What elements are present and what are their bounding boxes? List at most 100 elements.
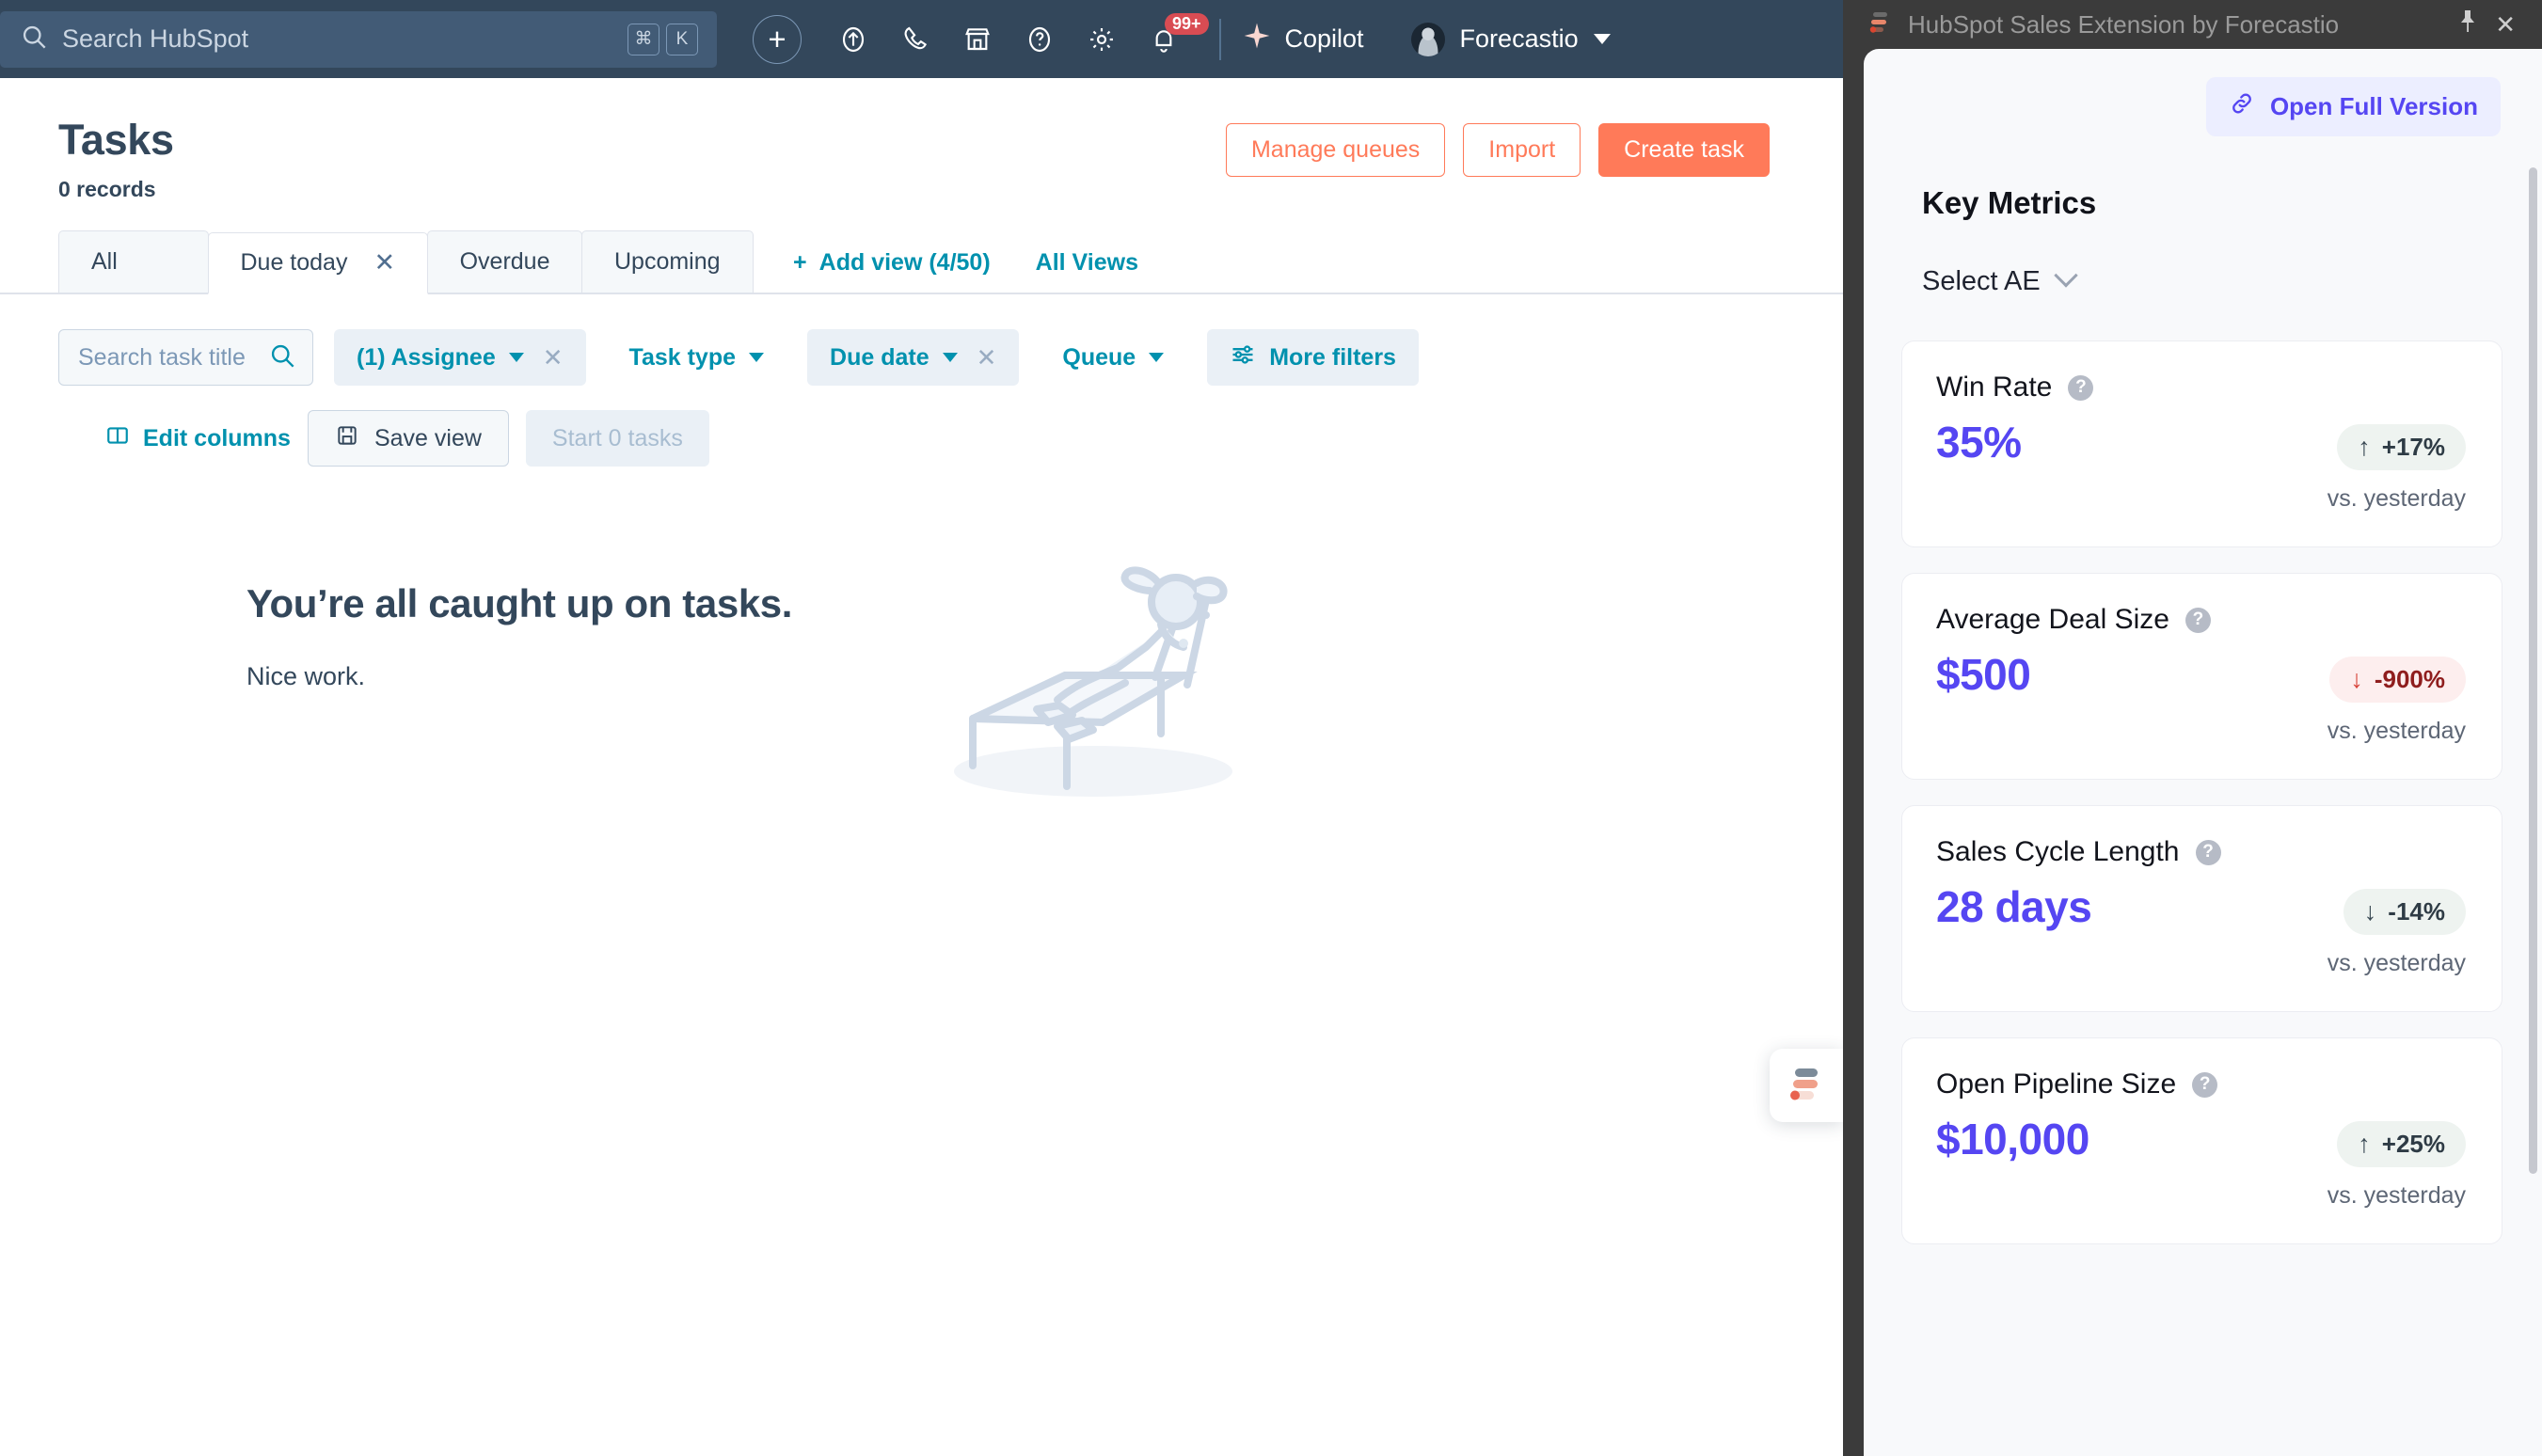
hubspot-app: Search HubSpot ⌘ K + 99+ Copilot Forecas… bbox=[0, 0, 1843, 1456]
metric-header: Open Pipeline Size ? bbox=[1936, 1068, 2466, 1100]
keyboard-shortcut-hint: ⌘ K bbox=[628, 23, 698, 55]
filter-label: Due date bbox=[830, 343, 929, 371]
edit-columns-button[interactable]: Edit columns bbox=[105, 423, 291, 454]
metric-card-open-pipeline-size: Open Pipeline Size ? $10,000 ↑ +25% vs. … bbox=[1901, 1037, 2502, 1244]
extension-panel: HubSpot Sales Extension by Forecastio ✕ bbox=[1843, 0, 2542, 1456]
filter-due-date[interactable]: Due date ✕ bbox=[807, 329, 1020, 386]
help-icon[interactable] bbox=[1009, 11, 1071, 68]
empty-state-subtext: Nice work. bbox=[246, 662, 366, 690]
metric-delta: +25% bbox=[2381, 1130, 2445, 1158]
record-count: 0 records bbox=[58, 177, 156, 201]
metric-delta: +17% bbox=[2381, 433, 2445, 461]
empty-state: You’re all caught up on tasks. Nice work… bbox=[0, 553, 1843, 821]
metric-label: Win Rate bbox=[1936, 372, 2053, 403]
chevron-down-icon bbox=[2054, 262, 2078, 288]
open-full-version-button[interactable]: Open Full Version bbox=[2205, 77, 2501, 136]
manage-queues-button[interactable]: Manage queues bbox=[1225, 123, 1446, 177]
help-icon[interactable]: ? bbox=[2185, 607, 2211, 633]
close-icon[interactable]: ✕ bbox=[373, 250, 395, 276]
save-disk-icon bbox=[335, 423, 359, 454]
ae-selector-label: Select AE bbox=[1922, 266, 2041, 296]
tab-all[interactable]: All bbox=[58, 230, 209, 293]
help-icon[interactable]: ? bbox=[2192, 1071, 2218, 1098]
metric-delta: -900% bbox=[2374, 665, 2445, 693]
copilot-button[interactable]: Copilot bbox=[1242, 21, 1364, 57]
open-full-version-row: Open Full Version bbox=[1864, 49, 2542, 136]
empty-state-text: You’re all caught up on tasks. Nice work… bbox=[0, 553, 792, 691]
metric-card-win-rate: Win Rate ? 35% ↑ +17% vs. yesterday bbox=[1901, 340, 2502, 547]
import-button[interactable]: Import bbox=[1463, 123, 1581, 177]
chevron-down-icon bbox=[1149, 353, 1165, 362]
ae-selector[interactable]: Select AE bbox=[1864, 221, 2542, 297]
cmd-key: ⌘ bbox=[628, 23, 659, 55]
metric-header: Sales Cycle Length ? bbox=[1936, 836, 2466, 868]
all-views-label: All Views bbox=[1035, 249, 1138, 276]
extension-body: Open Full Version Key Metrics Select AE … bbox=[1864, 49, 2542, 1456]
notifications-bell-icon[interactable]: 99+ bbox=[1133, 11, 1209, 68]
tab-upcoming[interactable]: Upcoming bbox=[580, 230, 754, 293]
more-filters-button[interactable]: More filters bbox=[1207, 329, 1419, 386]
extension-title: HubSpot Sales Extension by Forecastio bbox=[1908, 9, 2340, 39]
filter-bar: Search task title (1) Assignee ✕ Task ty… bbox=[0, 294, 1843, 386]
save-view-label: Save view bbox=[373, 424, 482, 451]
clear-icon[interactable]: ✕ bbox=[543, 343, 564, 372]
avatar bbox=[1410, 22, 1445, 56]
forecastio-logo-icon bbox=[1867, 10, 1892, 39]
person-relaxing-illustration bbox=[924, 534, 1263, 821]
columns-icon bbox=[105, 423, 130, 454]
account-menu[interactable]: Forecastio bbox=[1410, 22, 1611, 56]
open-full-version-label: Open Full Version bbox=[2269, 92, 2478, 120]
arrow-up-icon: ↑ bbox=[2358, 1130, 2371, 1158]
global-search-input[interactable]: Search HubSpot ⌘ K bbox=[0, 10, 717, 68]
tab-due-today[interactable]: Due today ✕ bbox=[207, 232, 429, 294]
metric-value: 35% bbox=[1936, 418, 2022, 467]
nav-divider bbox=[1219, 18, 1221, 60]
status-badge: ↓ -14% bbox=[2343, 889, 2466, 935]
metric-body: $500 ↓ -900% vs. yesterday bbox=[1936, 649, 2466, 745]
add-view-button[interactable]: + Add view (4/50) bbox=[793, 249, 991, 277]
panel-scrollbar[interactable] bbox=[2529, 167, 2537, 1174]
settings-gear-icon[interactable] bbox=[1071, 11, 1133, 68]
task-search-placeholder: Search task title bbox=[78, 343, 246, 371]
metric-header: Average Deal Size ? bbox=[1936, 604, 2466, 636]
extension-header: HubSpot Sales Extension by Forecastio ✕ bbox=[1843, 0, 2542, 49]
metric-label: Average Deal Size bbox=[1936, 604, 2169, 635]
marketplace-icon[interactable] bbox=[946, 11, 1009, 68]
create-new-button[interactable]: + bbox=[753, 14, 802, 64]
pin-icon[interactable] bbox=[2456, 8, 2479, 41]
chevron-down-icon bbox=[942, 353, 958, 362]
arrow-down-icon: ↓ bbox=[2350, 665, 2363, 693]
close-icon[interactable]: ✕ bbox=[2495, 10, 2516, 40]
filter-task-type[interactable]: Task type bbox=[607, 329, 786, 386]
arrow-up-icon: ↑ bbox=[2358, 433, 2371, 461]
filter-queue[interactable]: Queue bbox=[1040, 329, 1186, 386]
metric-delta-block: ↑ +25% vs. yesterday bbox=[2328, 1114, 2466, 1210]
metric-label: Open Pipeline Size bbox=[1936, 1068, 2177, 1100]
metric-comparison: vs. yesterday bbox=[2327, 950, 2466, 976]
chevron-down-icon bbox=[1593, 34, 1611, 44]
status-badge: ↑ +25% bbox=[2337, 1121, 2466, 1167]
all-views-button[interactable]: All Views bbox=[1036, 249, 1138, 277]
tab-overdue[interactable]: Overdue bbox=[426, 230, 583, 293]
metric-header: Win Rate ? bbox=[1936, 372, 2466, 404]
arrow-down-icon: ↓ bbox=[2363, 897, 2377, 926]
metrics-list: Win Rate ? 35% ↑ +17% vs. yesterday Aver… bbox=[1864, 297, 2542, 1244]
metric-delta-block: ↓ -14% vs. yesterday bbox=[2328, 881, 2466, 977]
save-view-button[interactable]: Save view bbox=[307, 410, 509, 467]
link-icon bbox=[2229, 90, 2255, 123]
create-task-button[interactable]: Create task bbox=[1598, 123, 1770, 177]
forecastio-floating-widget[interactable] bbox=[1770, 1049, 1843, 1122]
clear-icon[interactable]: ✕ bbox=[977, 343, 997, 372]
help-icon[interactable]: ? bbox=[2068, 374, 2094, 401]
tab-label: Upcoming bbox=[613, 248, 721, 275]
upgrade-icon[interactable] bbox=[822, 11, 884, 68]
status-badge: ↑ +17% bbox=[2337, 424, 2466, 470]
task-search-input[interactable]: Search task title bbox=[58, 329, 313, 386]
empty-state-heading: You’re all caught up on tasks. bbox=[246, 581, 792, 625]
phone-icon[interactable] bbox=[884, 11, 946, 68]
plus-icon: + bbox=[768, 22, 786, 56]
filter-assignee[interactable]: (1) Assignee ✕ bbox=[334, 329, 586, 386]
metric-card-average-deal-size: Average Deal Size ? $500 ↓ -900% vs. yes… bbox=[1901, 573, 2502, 780]
sparkle-icon bbox=[1242, 21, 1272, 57]
help-icon[interactable]: ? bbox=[2195, 839, 2221, 865]
